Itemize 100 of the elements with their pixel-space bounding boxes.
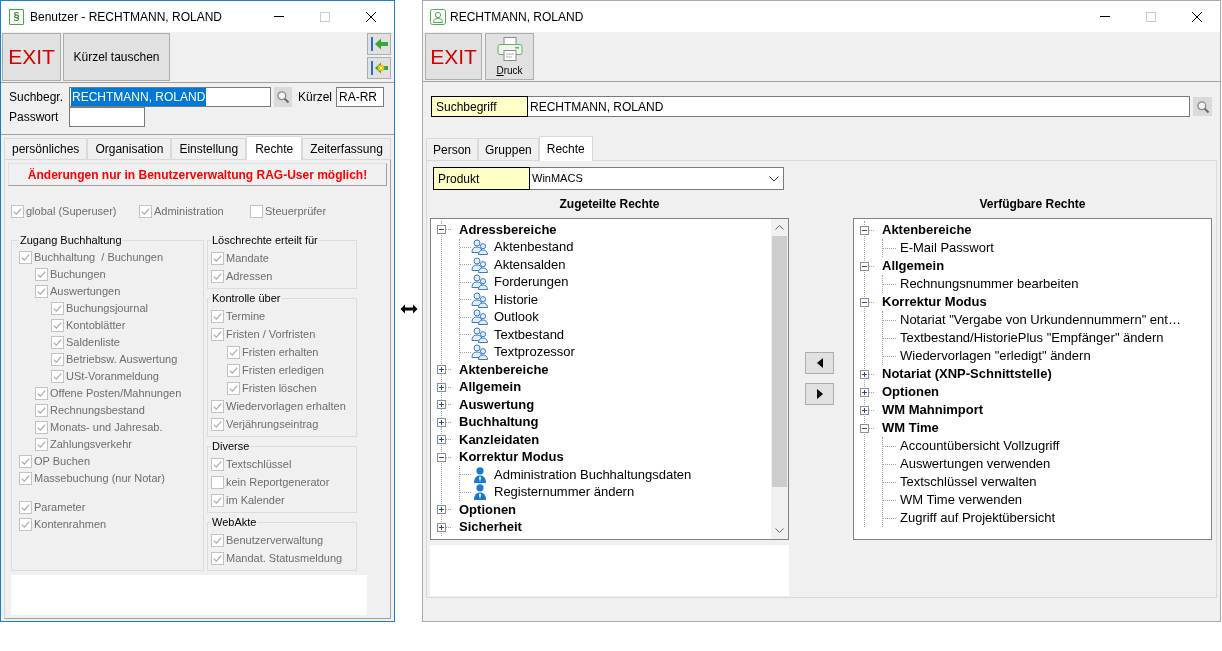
tree-item[interactable]: Buchhaltung <box>459 414 539 431</box>
tree-item[interactable]: Notariat "Vergabe von Urkundennummern" ent… <box>900 312 1181 328</box>
jump-back-button[interactable] <box>367 57 391 79</box>
tree-item[interactable]: E-Mail Passwort <box>900 240 994 256</box>
users-icon <box>471 239 489 256</box>
move-left-button[interactable] <box>805 352 834 374</box>
scrollbar-thumb[interactable] <box>772 236 787 487</box>
search-icon <box>1196 100 1209 113</box>
tree-item[interactable]: Zugriff auf Projektübersicht <box>900 510 1056 526</box>
printer-icon <box>496 37 523 61</box>
tree-item[interactable]: WM Time verwenden <box>900 492 1023 508</box>
tree-item[interactable]: Adressbereiche <box>459 221 557 238</box>
product-dropdown[interactable]: WinMACS <box>530 167 784 190</box>
chevron-up-icon[interactable] <box>775 225 784 230</box>
minus-box-icon[interactable] <box>860 225 869 235</box>
minus-box-icon[interactable] <box>860 297 869 307</box>
tree-item[interactable]: Korrektur Modus <box>459 449 564 466</box>
tree-item[interactable]: Sicherheit <box>459 519 522 536</box>
search-field[interactable]: RECHTMANN, ROLAND <box>69 87 271 107</box>
checkbox-label: Buchungen <box>50 268 106 281</box>
tree-item[interactable]: Forderungen <box>494 274 569 291</box>
tree-item[interactable]: Textbestand/HistoriePlus "Empfänger" ändern <box>900 330 1164 346</box>
tree-item[interactable]: Kanzleidaten <box>459 431 540 448</box>
tree-item[interactable]: Korrektur Modus <box>882 294 987 310</box>
tree-item[interactable]: Aktensalden <box>494 256 566 273</box>
field-label: Suchbegr. <box>9 89 65 106</box>
minus-box-icon[interactable] <box>860 261 869 271</box>
tree-item[interactable]: Optionen <box>459 501 517 518</box>
tree-item[interactable]: Wiedervorlagen "erledigt" ändern <box>900 348 1091 364</box>
checkbox-label: Betriebsw. Auswertung <box>66 353 178 366</box>
scrollbar[interactable] <box>771 219 788 539</box>
tab[interactable]: Organisation <box>87 138 172 159</box>
minus-box-icon[interactable] <box>437 225 446 235</box>
plus-box-icon[interactable] <box>437 417 446 427</box>
tree-item[interactable]: WM Time <box>882 420 939 436</box>
swap-code-button[interactable]: Kürzel tauschen <box>63 33 170 81</box>
tree-item[interactable]: Notariat (XNP-Schnittstelle) <box>882 366 1052 382</box>
checkbox-label: Adressen <box>226 269 273 283</box>
tab[interactable]: persönliches <box>4 138 88 159</box>
search-field[interactable]: RECHTMANN, ROLAND <box>528 96 1190 117</box>
tab[interactable]: Zeiterfassung <box>302 138 391 159</box>
plus-box-icon[interactable] <box>860 405 869 415</box>
tab[interactable]: Rechte <box>246 136 303 160</box>
tree-item[interactable]: Accountübersicht Vollzugriff <box>900 438 1060 454</box>
window-title: RECHTMANN, ROLAND <box>450 8 584 26</box>
checkbox-label: kein Reportgenerator <box>226 475 330 489</box>
group-title: Kontrolle über <box>211 292 282 305</box>
tree-item[interactable]: Aktenbestand <box>494 239 574 256</box>
plus-box-icon[interactable] <box>860 387 869 397</box>
checkbox-label: Verjährungseintrag <box>226 417 319 431</box>
minus-box-icon[interactable] <box>437 452 446 462</box>
checkbox-label: Buchhaltung / Buchungen <box>34 251 164 264</box>
jump-first-button[interactable] <box>367 33 391 55</box>
tree-item[interactable]: Allgemein <box>459 379 522 396</box>
plus-box-icon[interactable] <box>437 435 446 445</box>
exit-button[interactable]: EXIT <box>425 33 482 80</box>
tab[interactable]: Einstellung <box>171 138 247 159</box>
section-title: Verfügbare Rechte <box>979 196 1086 213</box>
code-field[interactable]: RA-RR <box>336 87 384 107</box>
tree-item[interactable]: Textbestand <box>494 326 565 343</box>
plus-box-icon[interactable] <box>437 382 446 392</box>
plus-box-icon[interactable] <box>437 365 446 375</box>
tree-item[interactable]: Administration Buchhaltungsdaten <box>494 466 692 483</box>
tree-item[interactable]: Outlook <box>494 309 539 326</box>
search-button[interactable] <box>1193 97 1212 116</box>
field-label: Produkt <box>433 167 530 190</box>
chevron-down-icon[interactable] <box>775 528 784 533</box>
tab[interactable]: Gruppen <box>478 138 539 160</box>
tree-item[interactable]: Textprozessor <box>494 344 575 361</box>
notice-banner: Änderungen nur in Benutzerverwaltung RAG-User möglich! <box>8 163 387 186</box>
password-field[interactable] <box>69 107 145 127</box>
tab[interactable]: Rechte <box>538 136 593 161</box>
print-button[interactable]: Druck <box>485 33 534 80</box>
tree-item[interactable]: Textschlüssel verwalten <box>900 474 1037 490</box>
search-icon <box>277 91 289 103</box>
triangle-right-icon <box>816 389 823 399</box>
tree-item[interactable]: Aktenbereiche <box>459 361 549 378</box>
checkbox-label: Offene Posten/Mahnungen <box>50 387 182 400</box>
tree-item[interactable]: Optionen <box>882 384 940 400</box>
tree-item[interactable]: Rechnungsnummer bearbeiten <box>900 276 1079 292</box>
plus-box-icon[interactable] <box>437 505 446 515</box>
tree-item[interactable]: Aktenbereiche <box>882 222 972 238</box>
person-icon <box>471 484 489 501</box>
checkbox-label: Monats- und Jahresab. <box>50 421 163 434</box>
tree-item[interactable]: Historie <box>494 291 539 308</box>
tree-item[interactable]: Auswertungen verwenden <box>900 456 1051 472</box>
tree-item[interactable]: WM Mahnimport <box>882 402 984 418</box>
search-button[interactable] <box>274 87 292 107</box>
plus-box-icon[interactable] <box>860 369 869 379</box>
user-icon <box>430 8 446 25</box>
move-right-button[interactable] <box>805 383 834 405</box>
plus-box-icon[interactable] <box>437 400 446 410</box>
tab[interactable]: Person <box>426 138 479 160</box>
minus-box-icon[interactable] <box>860 423 869 433</box>
tree-item[interactable]: Allgemein <box>882 258 945 274</box>
tree-item[interactable]: Auswertung <box>459 396 535 413</box>
plus-box-icon[interactable] <box>437 522 446 532</box>
tree-item[interactable]: Registernummer ändern <box>494 484 635 501</box>
arrow-to-bar-icon <box>370 37 388 51</box>
exit-button[interactable]: EXIT <box>2 33 61 81</box>
